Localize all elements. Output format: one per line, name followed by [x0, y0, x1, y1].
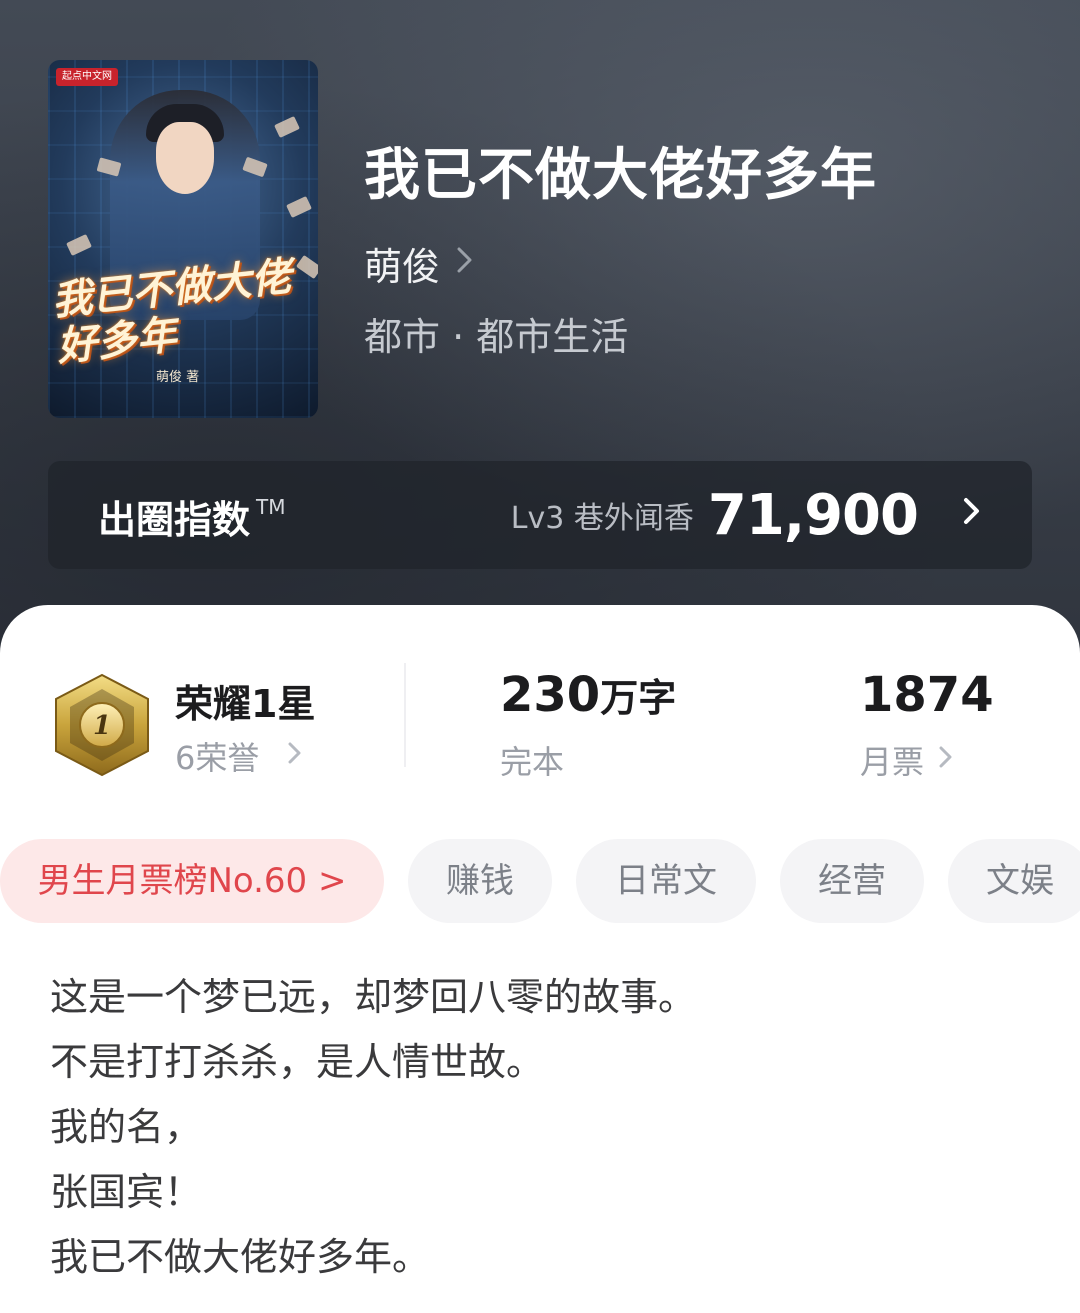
- chevron-right-icon: [456, 245, 474, 283]
- chevron-right-icon: [962, 495, 982, 536]
- synopsis-line: 这是一个梦已远，却梦回八零的故事。: [50, 975, 697, 1019]
- medal-number: 1: [93, 711, 111, 741]
- index-value: 71,900: [707, 482, 919, 548]
- chevron-right-icon: [287, 740, 303, 773]
- author-name: 萌俊: [364, 245, 441, 289]
- publisher-logo: 起点中文网: [56, 68, 118, 86]
- book-title: 我已不做大佬好多年: [364, 142, 877, 208]
- stats-divider: [404, 663, 406, 767]
- index-label: 出圈指数 TM: [98, 489, 286, 544]
- honor-title[interactable]: 荣耀1星: [175, 673, 315, 728]
- tag-chip[interactable]: 赚钱: [408, 839, 552, 923]
- word-count-value: 230: [500, 667, 601, 723]
- tag-row: 男生月票榜No.60 > 赚钱 日常文 经营 文娱: [0, 839, 1080, 925]
- cover-figure-face: [156, 122, 214, 194]
- index-label-text: 出圈指数: [98, 498, 251, 542]
- book-synopsis[interactable]: 这是一个梦已远，却梦回八零的故事。 不是打打杀杀，是人情世故。 我的名， 张国宾…: [50, 965, 1030, 1290]
- synopsis-line: 我的名，: [50, 1105, 203, 1149]
- stats-row: 1 荣耀1星 6荣誉 230万字 完本 1874 月票: [0, 605, 1080, 825]
- completion-status: 完本: [500, 743, 565, 781]
- monthly-votes-link[interactable]: 月票: [860, 737, 954, 783]
- rank-tag[interactable]: 男生月票榜No.60 >: [0, 839, 384, 923]
- honor-count: 6荣誉: [175, 739, 260, 777]
- synopsis-line: 张国宾！: [50, 1170, 203, 1214]
- popularity-index-bar[interactable]: 出圈指数 TM Lv3 巷外闻香 71,900: [48, 461, 1032, 569]
- tag-chip[interactable]: 日常文: [576, 839, 756, 923]
- honor-medal-icon[interactable]: 1: [50, 671, 154, 779]
- cover-author-art: 萌俊 著: [156, 370, 200, 385]
- synopsis-line: 不是打打杀杀，是人情世故。: [50, 1040, 545, 1084]
- word-count: 230万字: [500, 667, 676, 723]
- word-count-unit: 万字: [600, 676, 677, 720]
- monthly-votes-value: 1874: [860, 667, 994, 723]
- chevron-right-icon: [938, 744, 954, 777]
- author-link[interactable]: 萌俊: [364, 236, 474, 291]
- tag-chip[interactable]: 经营: [780, 839, 924, 923]
- trademark-mark: TM: [256, 495, 286, 519]
- synopsis-line: 我已不做大佬好多年。: [50, 1235, 431, 1279]
- book-genre[interactable]: 都市 · 都市生活: [364, 306, 628, 361]
- index-value-group: Lv3 巷外闻香 71,900: [510, 482, 982, 548]
- book-cover[interactable]: 起点中文网 我已不做大佬好多年 萌俊 著: [48, 60, 318, 418]
- monthly-votes-label: 月票: [860, 743, 925, 781]
- tag-chip[interactable]: 文娱: [948, 839, 1080, 923]
- index-level: Lv3 巷外闻香: [510, 501, 694, 536]
- book-header: 起点中文网 我已不做大佬好多年 萌俊 著 我已不做大佬好多年 萌俊 都市 · 都…: [0, 0, 1080, 660]
- honor-count-link[interactable]: 6荣誉: [175, 733, 303, 779]
- book-detail-sheet: 1 荣耀1星 6荣誉 230万字 完本 1874 月票 男生月票榜No.60 >…: [0, 605, 1080, 1313]
